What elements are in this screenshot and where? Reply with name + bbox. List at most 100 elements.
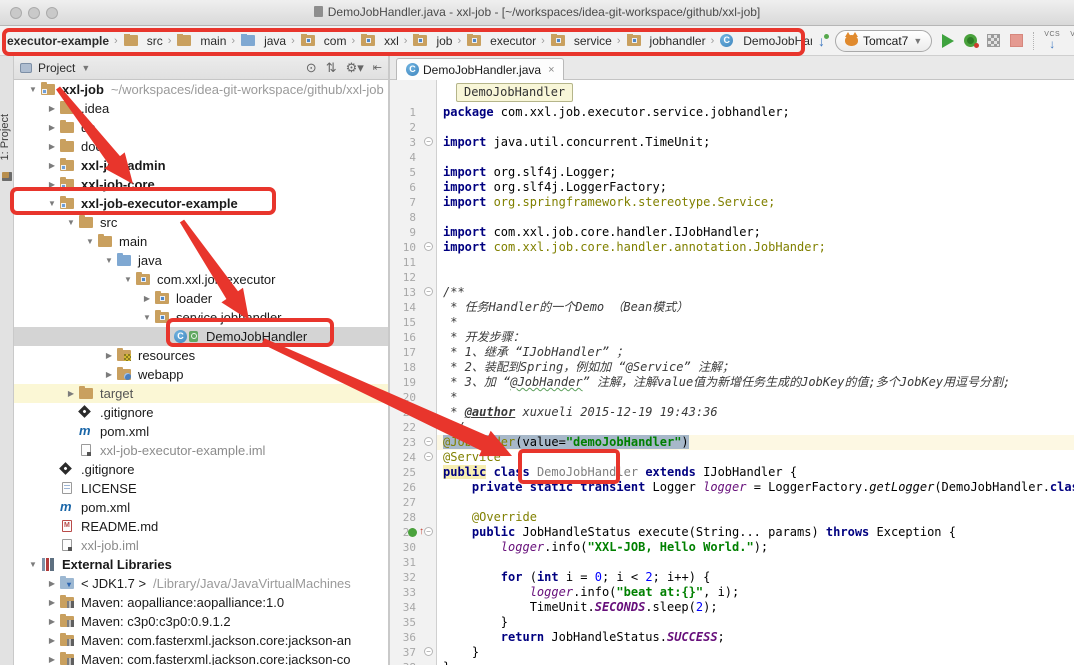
chevron-down-icon[interactable]: ▼ [26, 85, 40, 94]
vcs-update-button[interactable]: VCS ↓ [1044, 31, 1060, 50]
chevron-right-icon[interactable]: ▶ [45, 655, 59, 664]
chevron-down-icon[interactable]: ▼ [26, 560, 40, 569]
tree-row[interactable]: CDemoJobHandler [14, 327, 388, 346]
chevron-down-icon: ▼ [913, 36, 922, 46]
run-configuration-select[interactable]: Tomcat7 ▼ [835, 30, 932, 52]
tree-row[interactable]: ▶resources [14, 346, 388, 365]
project-tool-window-button[interactable]: 1: Project [0, 114, 11, 160]
tree-row[interactable]: ▼com.xxl.job.executor [14, 270, 388, 289]
collapse-all-icon[interactable]: ⇅ [326, 60, 337, 76]
tree-row[interactable]: ▶Maven: com.fasterxml.jackson.core:jacks… [14, 650, 388, 665]
chevron-down-icon[interactable]: ▼ [81, 63, 90, 73]
scroll-to-source-icon[interactable]: ⊙ [306, 60, 317, 76]
update-application-icon[interactable]: ↓ [818, 33, 825, 49]
chevron-right-icon[interactable]: ▶ [140, 294, 154, 303]
line-number: 12 [390, 270, 436, 285]
tree-row-label: .gitignore [100, 405, 153, 420]
fold-marker-icon[interactable]: − [424, 287, 433, 296]
breadcrumb-item-com[interactable]: com [300, 34, 347, 48]
chevron-down-icon[interactable]: ▼ [64, 218, 78, 227]
chevron-right-icon[interactable]: ▶ [45, 142, 59, 151]
tree-row[interactable]: ▶target [14, 384, 388, 403]
code-line: logger.info("XXL-JOB, Hello World."); [437, 540, 1074, 555]
folder-icon [176, 34, 193, 47]
breadcrumb-item-demojobhandler[interactable]: CDemoJobHandler [719, 34, 812, 48]
breadcrumb-item-service[interactable]: service [550, 34, 612, 48]
chevron-right-icon[interactable]: ▶ [45, 598, 59, 607]
tree-row[interactable]: ▼External Libraries [14, 555, 388, 574]
chevron-down-icon[interactable]: ▼ [102, 256, 116, 265]
chevron-right-icon[interactable]: ▶ [45, 579, 59, 588]
coverage-button[interactable] [987, 34, 1000, 47]
tree-row[interactable]: ▶Maven: aopalliance:aopalliance:1.0 [14, 593, 388, 612]
chevron-right-icon[interactable]: ▶ [45, 617, 59, 626]
breadcrumb-item-jobhandler[interactable]: jobhandler [626, 34, 706, 48]
tree-row[interactable]: ▼src [14, 213, 388, 232]
chevron-right-icon[interactable]: ▶ [102, 351, 116, 360]
line-number: 38 [390, 660, 436, 665]
fold-marker-icon[interactable]: − [424, 527, 433, 536]
tree-row[interactable]: ▶xxl-job-core [14, 175, 388, 194]
tree-row[interactable]: mpom.xml [14, 498, 388, 517]
breadcrumb-item-executor[interactable]: executor [466, 34, 536, 48]
debug-button[interactable] [964, 34, 977, 47]
chevron-right-icon[interactable]: ▶ [45, 104, 59, 113]
overriding-method-icon[interactable] [408, 528, 417, 537]
chevron-down-icon[interactable]: ▼ [140, 313, 154, 322]
breadcrumb-item-main[interactable]: main [176, 34, 226, 48]
tree-row[interactable]: xxl-job.iml [14, 536, 388, 555]
breadcrumb-item-executor-example[interactable]: executor-example [3, 34, 109, 48]
fold-marker-icon[interactable]: − [424, 242, 433, 251]
tree-row[interactable]: ▶.idea [14, 99, 388, 118]
tree-row-label: xxl-job [62, 82, 104, 97]
chevron-right-icon[interactable]: ▶ [102, 370, 116, 379]
fold-marker-icon[interactable]: − [424, 137, 433, 146]
tree-row[interactable]: ▼xxl-job-executor-example [14, 194, 388, 213]
tree-row[interactable]: ▼java [14, 251, 388, 270]
chevron-down-icon[interactable]: ▼ [45, 199, 59, 208]
chevron-right-icon[interactable]: ▶ [45, 161, 59, 170]
chevron-right-icon[interactable]: ▶ [64, 389, 78, 398]
project-panel-header: Project ▼ ⊙ ⇅ ⚙▾ ⇤ [14, 56, 388, 80]
tree-row[interactable]: ▼main [14, 232, 388, 251]
breadcrumb-item-xxl[interactable]: xxl [360, 34, 399, 48]
tree-row[interactable]: ▼service.jobhandler [14, 308, 388, 327]
document-icon [314, 6, 323, 17]
code-line: import org.springframework.stereotype.Se… [437, 195, 1074, 210]
tree-row[interactable]: ▶webapp [14, 365, 388, 384]
tree-row[interactable]: .gitignore [14, 403, 388, 422]
breadcrumb-item-src[interactable]: src [123, 34, 163, 48]
tree-row[interactable]: xxl-job-executor-example.iml [14, 441, 388, 460]
tree-row[interactable]: LICENSE [14, 479, 388, 498]
editor-tab[interactable]: C DemoJobHandler.java × [396, 58, 564, 80]
tree-row[interactable]: ▶loader [14, 289, 388, 308]
fold-marker-icon[interactable]: − [424, 647, 433, 656]
tree-row[interactable]: ▶▾< JDK1.7 >/Library/Java/JavaVirtualMac… [14, 574, 388, 593]
code-editor[interactable]: package com.xxl.job.executor.service.job… [437, 80, 1074, 665]
tree-row[interactable]: .gitignore [14, 460, 388, 479]
tree-row[interactable]: ▶Maven: c3p0:c3p0:0.9.1.2 [14, 612, 388, 631]
chevron-right-icon[interactable]: ▶ [45, 123, 59, 132]
stop-button[interactable] [1010, 34, 1023, 47]
chevron-right-icon[interactable]: ▶ [45, 636, 59, 645]
chevron-down-icon[interactable]: ▼ [121, 275, 135, 284]
tree-row[interactable]: ▶xxl-job-admin [14, 156, 388, 175]
breadcrumb-item-java[interactable]: java [240, 34, 286, 48]
tree-row[interactable]: ▶doc [14, 137, 388, 156]
vcs-commit-button[interactable]: VCS ↑ [1070, 31, 1074, 50]
fold-marker-icon[interactable]: − [424, 437, 433, 446]
tree-row[interactable]: mpom.xml [14, 422, 388, 441]
chevron-down-icon[interactable]: ▼ [83, 237, 97, 246]
close-icon[interactable]: × [548, 64, 554, 76]
breadcrumb-item-job[interactable]: job [412, 34, 452, 48]
tree-row[interactable]: README.md [14, 517, 388, 536]
hide-panel-icon[interactable]: ⇤ [373, 61, 382, 74]
run-button[interactable] [942, 34, 954, 48]
fold-marker-icon[interactable]: − [424, 452, 433, 461]
tree-row[interactable]: ▼xxl-job~/workspaces/idea-git-workspace/… [14, 80, 388, 99]
tree-row[interactable]: ▶db [14, 118, 388, 137]
editor-gutter[interactable]: 1234567891011121314151617181920212223242… [390, 80, 437, 665]
chevron-right-icon[interactable]: ▶ [45, 180, 59, 189]
gear-icon[interactable]: ⚙▾ [346, 60, 364, 76]
tree-row[interactable]: ▶Maven: com.fasterxml.jackson.core:jacks… [14, 631, 388, 650]
